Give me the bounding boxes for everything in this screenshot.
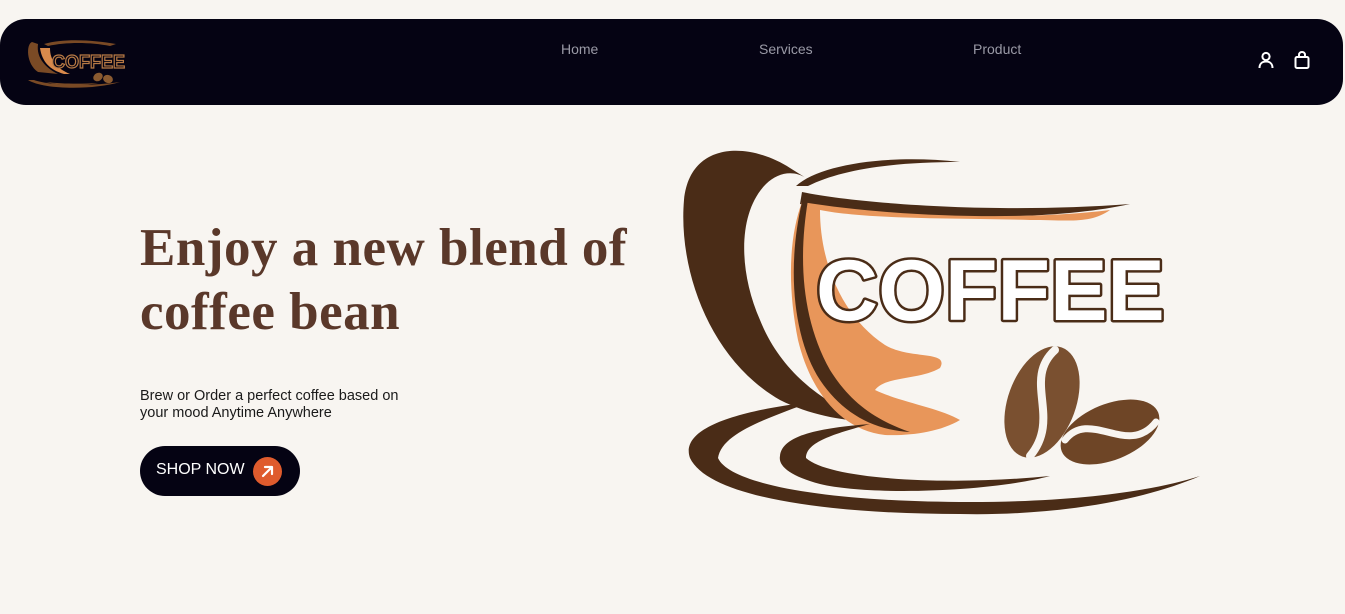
- coffee-cup-illustration: COFFEE: [683, 150, 1200, 515]
- main-nav: Home Services Product: [0, 41, 1343, 61]
- user-icon[interactable]: [1256, 50, 1276, 70]
- nav-product-link[interactable]: Product: [973, 41, 1021, 57]
- nav-home-link[interactable]: Home: [561, 41, 598, 57]
- nav-services-link[interactable]: Services: [759, 41, 813, 57]
- shop-now-button[interactable]: SHOP NOW: [140, 446, 300, 496]
- arrow-up-right-icon: [253, 457, 282, 486]
- illustration-coffee-text: COFFEE: [816, 243, 1165, 339]
- hero-subtitle: Brew or Order a perfect coffee based on …: [140, 388, 399, 421]
- top-navbar: COFFEE Home Services Product: [0, 19, 1343, 105]
- shop-now-label: SHOP NOW: [156, 461, 245, 478]
- shopping-bag-icon[interactable]: [1292, 50, 1312, 70]
- hero-title: Enjoy a new blend of coffee bean: [140, 219, 628, 341]
